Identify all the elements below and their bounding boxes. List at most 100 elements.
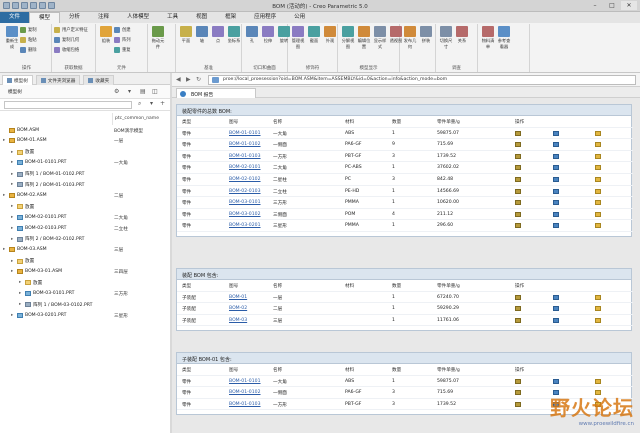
expand-arrow-icon[interactable]: ▸ [11, 226, 15, 231]
expand-arrow-icon[interactable]: ▸ [11, 269, 15, 274]
open-icon[interactable] [595, 142, 601, 149]
tab-folder-browser[interactable]: 文件夹浏览器 [35, 75, 81, 85]
ribbon-button-8-0[interactable]: 发布几何 [402, 26, 418, 50]
tab-2[interactable]: 分析 [60, 12, 89, 23]
highlight-icon[interactable] [515, 130, 521, 138]
expand-arrow-icon[interactable]: ▸ [11, 172, 15, 177]
url-field[interactable]: proe://local_proesession?oid=BOM.ASM&ite… [208, 75, 636, 85]
tree-row[interactable]: ▸ 放置 [0, 147, 170, 158]
info-icon[interactable] [553, 211, 559, 219]
ribbon-button-6-1[interactable]: 截面 [306, 26, 322, 44]
expand-arrow-icon[interactable]: ▸ [19, 280, 23, 285]
info-icon[interactable] [553, 176, 559, 184]
part-number-link[interactable]: BOM-01-0102 [229, 142, 261, 147]
ribbon-button-4-2[interactable]: 点 [210, 26, 226, 44]
open-icon[interactable] [595, 130, 601, 138]
search-icon[interactable]: ⌕ [138, 100, 141, 108]
ribbon-small-button-1-1[interactable]: 复制几何 [54, 37, 79, 43]
tree-row[interactable]: ▸ 放置 [0, 201, 170, 212]
open-icon[interactable] [595, 294, 601, 302]
tab-8[interactable]: 应用程序 [245, 12, 285, 23]
tree-row[interactable]: ▸ BOM-02-0103.PRT 二立柱 [0, 223, 170, 234]
part-number-link[interactable]: BOM-01 [229, 295, 247, 300]
ribbon-small-button-2-0[interactable]: 创建 [114, 27, 131, 33]
info-icon[interactable] [553, 378, 559, 386]
ribbon-button-4-0[interactable]: 平面 [178, 26, 194, 44]
info-icon[interactable] [553, 153, 559, 161]
refresh-icon[interactable]: ↻ [196, 76, 201, 83]
tab-0[interactable]: 文件 [0, 12, 30, 23]
add-icon[interactable]: + [160, 100, 165, 107]
part-number-link[interactable]: BOM-03 [229, 318, 247, 323]
ribbon-button-7-2[interactable]: 显示样式 [372, 26, 388, 50]
tree-filter-icon[interactable]: ▾ [128, 88, 131, 95]
expand-arrow-icon[interactable]: ▸ [11, 237, 15, 242]
ribbon-button-3-0[interactable]: 拖动元件 [150, 26, 166, 50]
browser-tab-bom-report[interactable]: BOM 报告 [176, 88, 256, 98]
info-icon[interactable] [553, 223, 559, 230]
open-icon[interactable] [595, 176, 601, 184]
info-icon[interactable] [553, 130, 559, 138]
info-icon[interactable] [553, 294, 559, 302]
forward-icon[interactable]: ▶ [186, 76, 191, 83]
tab-9[interactable]: 公用 [285, 12, 314, 23]
open-icon[interactable] [595, 165, 601, 172]
part-number-link[interactable]: BOM-02 [229, 306, 247, 311]
close-icon[interactable]: ✕ [621, 1, 637, 10]
ribbon-small-button-0-2[interactable]: 删除 [20, 47, 37, 53]
expand-arrow-icon[interactable]: ▸ [11, 215, 15, 220]
highlight-icon[interactable] [515, 223, 521, 230]
open-icon[interactable] [595, 211, 601, 219]
ribbon-button-10-1[interactable]: 参考查看器 [496, 26, 512, 50]
tree-row[interactable]: ▸ 阵列 1 / BOM-01-0102.PRT [0, 169, 170, 180]
part-number-link[interactable]: BOM-02-0101 [229, 165, 261, 170]
expand-arrow-icon[interactable]: ▸ [3, 138, 7, 143]
open-icon[interactable] [595, 317, 601, 325]
ribbon-small-button-1-2[interactable]: 收缩包络 [54, 47, 79, 53]
part-number-link[interactable]: BOM-02-0102 [229, 177, 261, 182]
tree-show-icon[interactable]: ◫ [152, 88, 158, 95]
info-icon[interactable] [553, 317, 559, 325]
highlight-icon[interactable] [515, 200, 521, 207]
part-number-link[interactable]: BOM-01-0102 [229, 390, 261, 395]
open-icon[interactable] [595, 306, 601, 313]
part-number-link[interactable]: BOM-03-0102 [229, 212, 261, 217]
tree-row[interactable]: ▸ BOM-03.ASM 三层 [0, 245, 170, 256]
highlight-icon[interactable] [515, 142, 521, 149]
tree-columns-icon[interactable]: ▤ [140, 88, 146, 95]
tree-row[interactable]: ▸ BOM-02-0101.PRT 二大角 [0, 212, 170, 223]
tree-row[interactable]: ▸ BOM-02.ASM 二层 [0, 190, 170, 201]
part-number-link[interactable]: BOM-01-0103 [229, 402, 261, 407]
ribbon-button-6-0[interactable]: 管理视图 [290, 26, 306, 50]
ribbon-button-8-1[interactable]: 拼装 [418, 26, 434, 44]
expand-arrow-icon[interactable]: ▸ [19, 302, 23, 307]
tree-row[interactable]: ▸ BOM-03-0201.PRT 三星形 [0, 310, 170, 321]
highlight-icon[interactable] [515, 294, 521, 302]
ribbon-button-2-0[interactable]: 组装 [98, 26, 114, 44]
part-number-link[interactable]: BOM-02-0103 [229, 189, 261, 194]
highlight-icon[interactable] [515, 378, 521, 386]
part-number-link[interactable]: BOM-01-0103 [229, 154, 261, 159]
ribbon-button-6-2[interactable]: 外观 [322, 26, 338, 44]
ribbon-button-5-0[interactable]: 孔 [244, 26, 260, 44]
tab-5[interactable]: 工具 [158, 12, 187, 23]
expand-arrow-icon[interactable]: ▸ [11, 259, 15, 264]
tree-col-name[interactable] [0, 113, 112, 125]
open-icon[interactable] [595, 188, 601, 196]
maximize-icon[interactable]: □ [604, 1, 620, 10]
highlight-icon[interactable] [515, 390, 521, 397]
open-icon[interactable] [595, 223, 601, 230]
open-icon[interactable] [595, 153, 601, 161]
ribbon-small-button-0-0[interactable]: 复制 [20, 27, 37, 33]
tree-col-common-name[interactable]: ptc_common_name [112, 113, 170, 125]
expand-arrow-icon[interactable]: ▸ [3, 247, 7, 252]
expand-arrow-icon[interactable]: ▸ [11, 313, 15, 318]
info-icon[interactable] [553, 188, 559, 196]
ribbon-small-button-1-0[interactable]: 用户定义特征 [54, 27, 88, 33]
tab-6[interactable]: 视图 [187, 12, 216, 23]
tree-row[interactable]: ▸ 放置 [0, 256, 170, 267]
highlight-icon[interactable] [515, 317, 521, 325]
highlight-icon[interactable] [515, 165, 521, 172]
part-number-link[interactable]: BOM-01-0101 [229, 131, 261, 136]
tab-favorites[interactable]: 收藏夹 [83, 75, 115, 85]
